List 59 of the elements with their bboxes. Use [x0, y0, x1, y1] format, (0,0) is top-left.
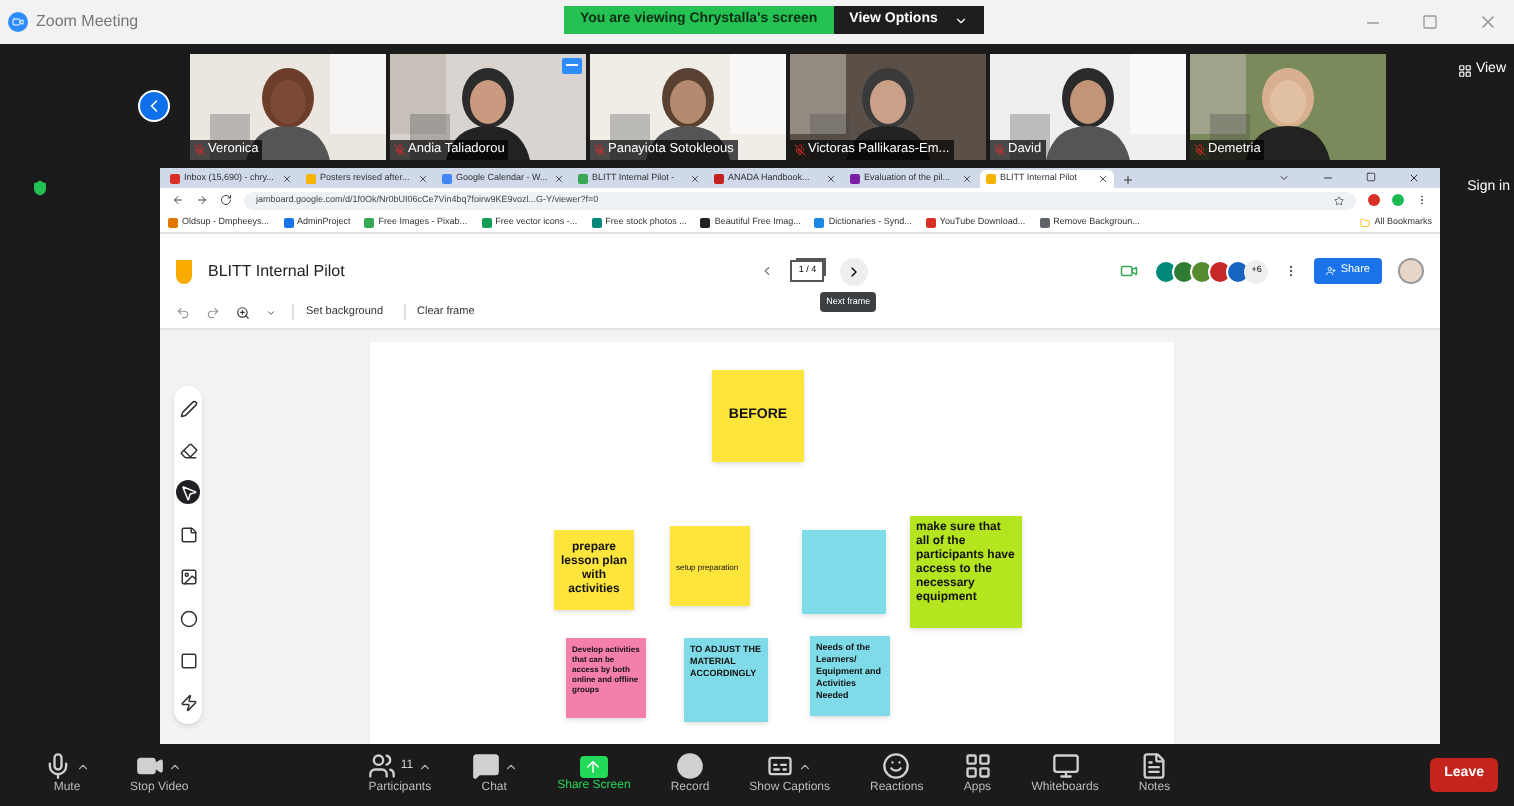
chat-icon [471, 752, 500, 780]
jamboard-logo-icon [176, 259, 192, 283]
image-icon [179, 567, 197, 585]
grid-icon [1457, 63, 1472, 78]
camera-icon [136, 752, 165, 780]
tool-button[interactable] [176, 606, 200, 630]
caret-icon[interactable] [76, 759, 90, 773]
pen-icon [179, 399, 197, 417]
eraser-icon [179, 441, 197, 459]
monitor-icon [1051, 752, 1080, 780]
tool-button[interactable] [176, 396, 200, 420]
pointer-icon [179, 483, 197, 501]
tool-button[interactable] [176, 522, 200, 546]
circle-icon [179, 609, 197, 627]
sticky-note-icon [179, 525, 197, 543]
apps-icon [963, 752, 992, 780]
redo-icon[interactable] [206, 305, 220, 319]
profile-avatar[interactable] [1398, 258, 1424, 284]
captions-icon [766, 752, 795, 780]
person-icon [1326, 266, 1337, 276]
reload-icon[interactable] [220, 194, 232, 206]
microphone-icon [44, 752, 72, 780]
previous-frame-icon[interactable] [760, 264, 775, 278]
record-icon [675, 752, 704, 780]
previous-button[interactable] [138, 90, 170, 122]
zoom-icon[interactable] [236, 305, 250, 319]
tab-search-icon[interactable] [1278, 172, 1290, 184]
text-box-icon [179, 651, 197, 669]
forward-icon[interactable] [196, 194, 208, 206]
new-tab-icon[interactable] [1122, 174, 1134, 186]
notes-icon [1140, 752, 1169, 780]
minimize-icon[interactable] [1322, 172, 1334, 184]
folder-icon [1360, 217, 1371, 227]
caret-icon[interactable] [417, 759, 432, 773]
maximize-icon[interactable] [1366, 172, 1376, 182]
shield-icon [32, 180, 48, 196]
tool-button[interactable] [176, 690, 200, 714]
caret-icon[interactable] [798, 759, 813, 773]
people-icon [368, 752, 397, 780]
caret-icon[interactable] [266, 307, 276, 317]
next-frame-button[interactable] [840, 257, 869, 285]
tool-button[interactable] [176, 648, 200, 672]
tool-button[interactable] [176, 480, 200, 504]
tool-button[interactable] [176, 438, 200, 462]
caret-icon[interactable] [168, 759, 183, 773]
document-title: BLITT Internal Pilot [208, 259, 345, 283]
meet-icon[interactable] [1120, 262, 1139, 280]
smiley-icon [882, 752, 911, 780]
arrow-up-icon [584, 757, 603, 775]
window-title: Zoom Meeting [36, 10, 139, 34]
undo-icon[interactable] [176, 305, 190, 319]
back-icon[interactable] [172, 194, 184, 206]
tool-button[interactable] [176, 564, 200, 588]
caret-icon[interactable] [503, 759, 518, 773]
zoom-logo-icon [8, 12, 28, 32]
bookmark-star-icon[interactable] [1334, 195, 1344, 205]
laser-icon [179, 693, 197, 711]
close-icon[interactable] [1408, 172, 1420, 184]
caret-icon [953, 13, 968, 27]
